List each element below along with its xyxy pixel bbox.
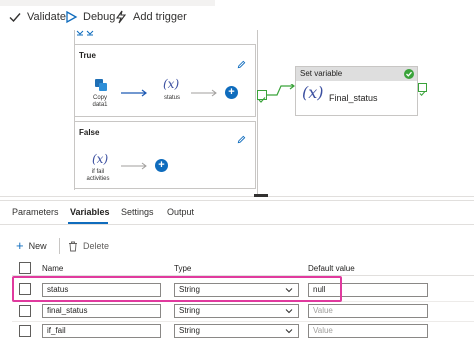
- pipeline-canvas[interactable]: True Copy data1 (x) status + False (x) i…: [0, 30, 474, 198]
- copy-activity-label: Copy data1: [92, 95, 108, 108]
- new-variable-button[interactable]: + New: [16, 238, 47, 253]
- column-header-type: Type: [174, 264, 192, 273]
- chevron-down-icon: [285, 309, 293, 314]
- row-divider: [12, 301, 474, 302]
- variable-type-value: String: [179, 285, 200, 294]
- tab-output[interactable]: Output: [167, 207, 194, 217]
- default-value-input[interactable]: null: [308, 283, 428, 297]
- add-trigger-label: Add trigger: [133, 11, 187, 23]
- edit-pencil-icon[interactable]: [237, 135, 246, 144]
- delete-label: Delete: [83, 241, 110, 251]
- canvas-divider: [0, 196, 474, 197]
- tab-strip: [0, 0, 300, 6]
- edit-pencil-icon[interactable]: [237, 60, 246, 69]
- copy-data-icon[interactable]: [94, 78, 108, 92]
- column-header-default-value: Default value: [308, 264, 355, 273]
- set-variable-activity[interactable]: Set variable (x) Final_status: [295, 66, 418, 116]
- row-checkbox[interactable]: [19, 325, 31, 337]
- play-icon: [66, 10, 78, 24]
- command-separator: [59, 238, 60, 254]
- select-all-checkbox[interactable]: [19, 262, 31, 274]
- row-checkbox[interactable]: [19, 283, 31, 295]
- checkmark-icon: [419, 90, 426, 97]
- if-fail-activity-label: if fail activities: [86, 169, 110, 182]
- false-branch-title: False: [79, 128, 100, 137]
- true-branch-title: True: [79, 51, 96, 60]
- expand-icon[interactable]: [74, 30, 98, 38]
- set-status-activity-label: status: [163, 95, 180, 101]
- connector-arrow: [191, 89, 217, 97]
- column-header-name: Name: [42, 264, 64, 273]
- add-activity-button[interactable]: +: [155, 159, 168, 172]
- tab-parameters[interactable]: Parameters: [12, 207, 59, 217]
- variable-type-select[interactable]: String: [174, 324, 299, 338]
- row-checkbox[interactable]: [19, 305, 31, 317]
- add-trigger-button[interactable]: Add trigger: [114, 8, 187, 26]
- variable-type-value: String: [179, 326, 200, 335]
- properties-tabs: Parameters Variables Settings Output: [0, 200, 474, 225]
- trash-icon: [69, 241, 77, 251]
- variable-type-select[interactable]: String: [174, 304, 299, 318]
- set-variable-name: Final_status: [329, 93, 378, 103]
- true-branch[interactable]: True Copy data1 (x) status +: [74, 44, 256, 117]
- row-divider: [12, 321, 474, 322]
- variable-type-select[interactable]: String: [174, 283, 299, 297]
- false-branch[interactable]: False (x) if fail activities +: [74, 121, 256, 189]
- set-variable-header: Set variable: [296, 67, 417, 81]
- container-right-edge: [257, 30, 258, 196]
- validate-button[interactable]: Validate: [8, 8, 66, 26]
- variable-icon: (x): [302, 83, 324, 102]
- tab-variables[interactable]: Variables: [70, 207, 110, 217]
- tab-settings[interactable]: Settings: [121, 207, 154, 217]
- default-value-input[interactable]: Value: [308, 324, 428, 338]
- new-label: New: [28, 241, 47, 251]
- variable-name-input[interactable]: if_fail: [42, 324, 161, 338]
- resize-handle[interactable]: [254, 194, 268, 197]
- plus-icon: +: [16, 238, 24, 253]
- set-variable-type-label: Set variable: [300, 69, 343, 78]
- success-status-icon: [404, 69, 414, 79]
- header-divider: [12, 275, 474, 276]
- add-activity-button[interactable]: +: [225, 86, 238, 99]
- variable-type-value: String: [179, 306, 200, 315]
- delete-variable-button[interactable]: Delete: [68, 240, 109, 252]
- validate-label: Validate: [27, 11, 66, 23]
- connector-arrow: [121, 162, 147, 170]
- variable-name-input[interactable]: status: [42, 283, 161, 297]
- lightning-icon: [115, 10, 127, 24]
- variable-icon[interactable]: (x): [163, 77, 179, 91]
- variable-name-input[interactable]: final_status: [42, 304, 161, 318]
- success-output-handle[interactable]: [418, 83, 427, 97]
- chevron-down-icon: [285, 288, 293, 293]
- toolbar: Validate Debug Add trigger: [0, 0, 474, 30]
- tabs-divider: [0, 224, 474, 225]
- variable-icon[interactable]: (x): [92, 152, 108, 166]
- success-connector-arrow: [121, 89, 147, 97]
- default-value-input[interactable]: Value: [308, 304, 428, 318]
- checkmark-icon: [9, 13, 21, 23]
- chevron-down-icon: [285, 329, 293, 334]
- checkmark-icon: [258, 97, 266, 103]
- debug-button[interactable]: Debug: [64, 8, 115, 26]
- success-dependency-line: [267, 84, 295, 96]
- debug-label: Debug: [83, 11, 116, 23]
- success-output-handle[interactable]: [257, 90, 267, 103]
